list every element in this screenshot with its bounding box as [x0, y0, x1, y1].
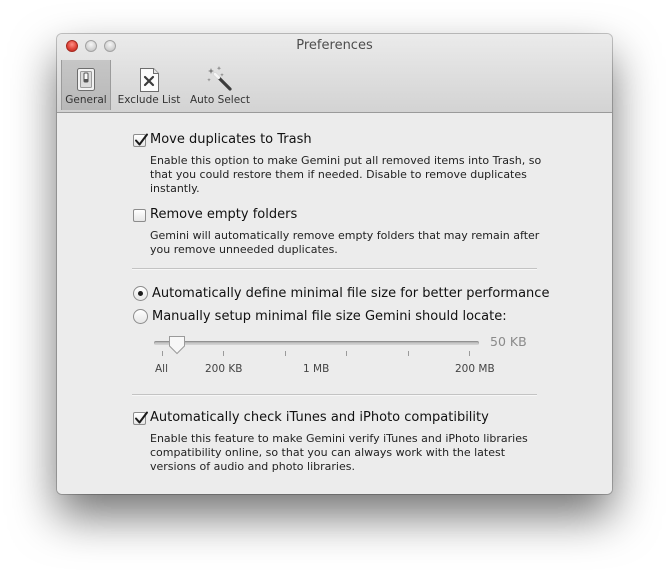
- separator: [132, 268, 537, 270]
- toolbar-auto-select-label: Auto Select: [189, 94, 251, 106]
- itunes-iphoto-label[interactable]: Automatically check iTunes and iPhoto co…: [150, 410, 489, 425]
- slider-tick-label-200mb: 200 MB: [455, 363, 495, 375]
- remove-empty-folders-label[interactable]: Remove empty folders: [150, 207, 297, 222]
- slider-tick: [408, 351, 409, 356]
- move-to-trash-label[interactable]: Move duplicates to Trash: [150, 132, 312, 147]
- toolbar-auto-select-button[interactable]: Auto Select: [186, 60, 254, 110]
- move-to-trash-checkbox[interactable]: [133, 133, 148, 147]
- exclude-doc-icon: [135, 65, 163, 93]
- remove-empty-folders-checkbox[interactable]: [133, 209, 146, 222]
- separator: [132, 394, 537, 396]
- min-size-value: 50 KB: [490, 334, 527, 349]
- slider-tick: [285, 351, 286, 356]
- itunes-iphoto-checkbox[interactable]: [133, 411, 148, 425]
- slider-tick-label-1mb: 1 MB: [303, 363, 330, 375]
- slider-tick: [223, 351, 224, 356]
- remove-empty-folders-description: Gemini will automatically remove empty f…: [150, 229, 540, 256]
- min-size-slider-thumb[interactable]: [168, 335, 186, 358]
- checkmark-icon: [135, 411, 148, 424]
- switch-icon: [72, 65, 100, 93]
- auto-size-label[interactable]: Automatically define minimal file size f…: [152, 286, 549, 301]
- titlebar: Preferences General Exclude List Auto Se…: [57, 34, 612, 113]
- auto-size-radio[interactable]: [133, 286, 148, 301]
- itunes-iphoto-description: Enable this feature to make Gemini verif…: [150, 432, 528, 473]
- window-title: Preferences: [296, 38, 373, 53]
- manual-size-radio[interactable]: [133, 309, 148, 324]
- toolbar-exclude-list-button[interactable]: Exclude List: [114, 60, 184, 110]
- slider-tick: [162, 351, 163, 356]
- toolbar-exclude-list-label: Exclude List: [117, 94, 181, 106]
- toolbar-general-button[interactable]: General: [61, 60, 111, 110]
- slider-tick-label-200kb: 200 KB: [205, 363, 243, 375]
- slider-tick: [346, 351, 347, 356]
- radio-selected-dot: [138, 291, 143, 296]
- checkmark-icon: [135, 133, 148, 146]
- manual-size-label[interactable]: Manually setup minimal file size Gemini …: [152, 309, 507, 324]
- general-pane: Move duplicates to Trash Enable this opt…: [57, 113, 612, 494]
- magic-wand-icon: [206, 65, 234, 93]
- preferences-window: Preferences General Exclude List Auto Se…: [57, 34, 612, 494]
- min-size-slider-track[interactable]: [154, 341, 479, 345]
- toolbar-general-label: General: [65, 94, 107, 106]
- move-to-trash-description: Enable this option to make Gemini put al…: [150, 154, 542, 195]
- slider-tick-label-all: All: [155, 363, 169, 375]
- slider-tick: [469, 351, 470, 356]
